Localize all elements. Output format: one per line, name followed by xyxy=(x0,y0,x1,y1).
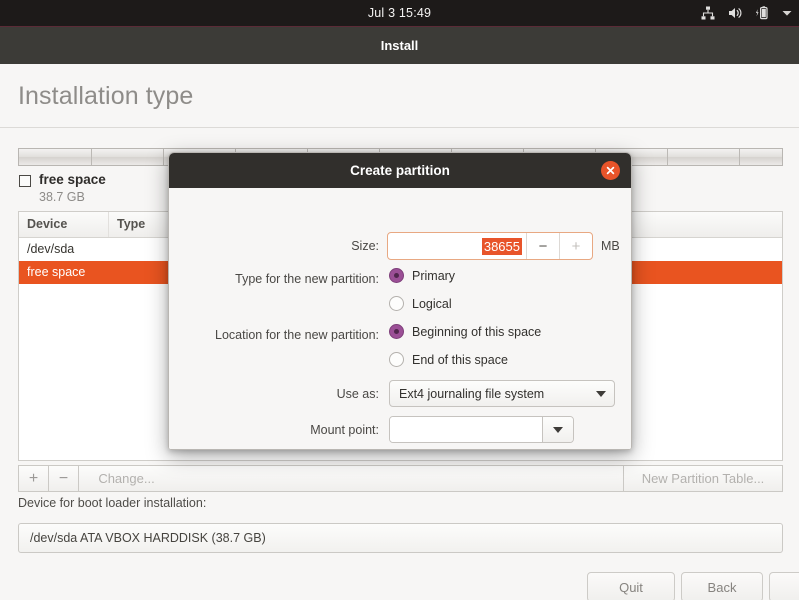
size-label: Size: xyxy=(351,239,379,253)
radio-beginning-of-space[interactable]: Beginning of this space xyxy=(389,324,541,339)
system-top-panel: Jul 3 15:49 xyxy=(0,0,799,26)
bootloader-label: Device for boot loader installation: xyxy=(18,496,207,510)
size-input[interactable]: 38655 xyxy=(388,233,526,259)
legend-size: 38.7 GB xyxy=(39,190,85,204)
change-partition-button[interactable]: Change... xyxy=(78,465,174,492)
header-divider xyxy=(0,127,799,128)
radio-logical[interactable]: Logical xyxy=(389,296,452,311)
radio-logical-label: Logical xyxy=(412,296,452,311)
size-unit-label: MB xyxy=(601,239,620,253)
radio-primary-label: Primary xyxy=(412,268,456,283)
new-partition-table-button[interactable]: New Partition Table... xyxy=(623,465,783,492)
chevron-down-icon[interactable] xyxy=(543,417,573,442)
radio-beginning-indicator xyxy=(389,324,404,339)
network-icon[interactable] xyxy=(700,5,716,21)
mount-point-combobox[interactable] xyxy=(389,416,574,443)
close-icon[interactable] xyxy=(601,161,620,180)
wizard-navigation: Quit Back In xyxy=(0,572,799,600)
radio-end-label: End of this space xyxy=(412,352,508,367)
mount-point-input[interactable] xyxy=(390,417,543,442)
dialog-title: Create partition xyxy=(350,163,450,178)
partition-location-label: Location for the new partition: xyxy=(215,328,379,342)
toolbar-spacer xyxy=(174,465,623,492)
back-button[interactable]: Back xyxy=(681,572,763,600)
bootloader-device-select[interactable]: /dev/sda ATA VBOX HARDDISK (38.7 GB) xyxy=(18,523,783,553)
legend-color-swatch xyxy=(19,175,31,187)
cell-device: /dev/sda xyxy=(27,242,75,256)
partition-toolbar: + − Change... New Partition Table... xyxy=(18,465,783,492)
radio-end-indicator xyxy=(389,352,404,367)
partition-type-label: Type for the new partition: xyxy=(235,272,379,286)
legend-label: free space xyxy=(39,172,106,187)
cell-device: free space xyxy=(27,265,86,279)
size-increment-button[interactable]: + xyxy=(559,233,592,259)
screen: Installation type free space 38.7 GB Dev… xyxy=(0,0,799,600)
battery-charging-icon[interactable] xyxy=(754,5,770,21)
size-spinbox[interactable]: 38655 − + xyxy=(387,232,593,260)
radio-beginning-label: Beginning of this space xyxy=(412,324,542,339)
radio-end-of-space[interactable]: End of this space xyxy=(389,352,508,367)
radio-primary-indicator xyxy=(389,268,404,283)
dialog-titlebar: Create partition xyxy=(169,153,631,188)
volume-icon[interactable] xyxy=(727,5,743,21)
use-as-value: Ext4 journaling file system xyxy=(399,386,545,401)
chevron-down-icon xyxy=(588,390,614,397)
session-menu-chevron-icon[interactable] xyxy=(781,7,793,19)
add-partition-button[interactable]: + xyxy=(18,465,48,492)
create-partition-dialog: Create partition Size: 38655 − + MB Type… xyxy=(168,152,632,450)
installer-titlebar: Install xyxy=(0,26,799,64)
use-as-dropdown[interactable]: Ext4 journaling file system xyxy=(389,380,615,407)
mount-point-label: Mount point: xyxy=(310,423,379,437)
clock[interactable]: Jul 3 15:49 xyxy=(0,0,799,26)
column-header-device[interactable]: Device xyxy=(19,212,109,237)
free-space-legend: free space 38.7 GB xyxy=(19,171,106,205)
quit-button[interactable]: Quit xyxy=(587,572,675,600)
bootloader-device-value: /dev/sda ATA VBOX HARDDISK (38.7 GB) xyxy=(30,531,266,545)
page-title: Installation type xyxy=(18,82,194,110)
install-now-button[interactable]: In xyxy=(769,572,799,600)
size-decrement-button[interactable]: − xyxy=(526,233,559,259)
dialog-content: Size: 38655 − + MB Type for the new part… xyxy=(169,188,631,449)
size-value: 38655 xyxy=(481,237,522,255)
remove-partition-button[interactable]: − xyxy=(48,465,78,492)
radio-logical-indicator xyxy=(389,296,404,311)
use-as-label: Use as: xyxy=(336,387,379,401)
system-tray xyxy=(700,0,793,26)
radio-primary[interactable]: Primary xyxy=(389,268,455,283)
installer-window-title: Install xyxy=(380,38,419,53)
